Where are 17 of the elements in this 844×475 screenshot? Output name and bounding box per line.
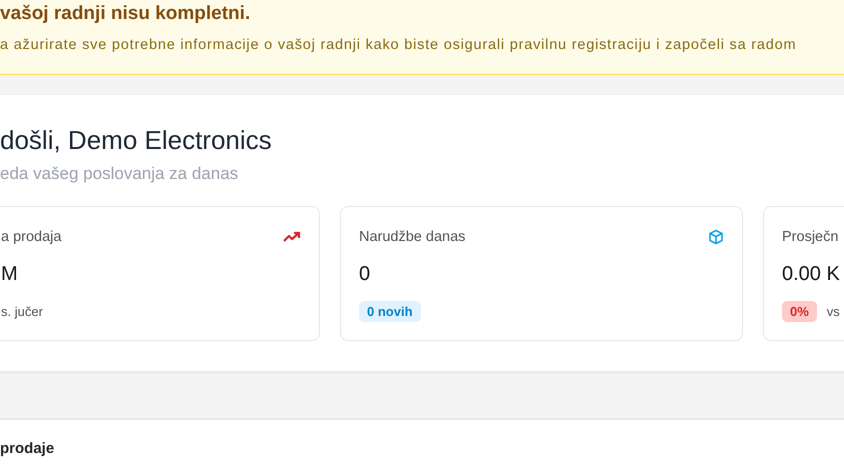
welcome-title: došli, Demo Electronics — [0, 125, 273, 156]
section-title: prodaje — [0, 440, 56, 457]
stat-note: vs — [826, 304, 840, 318]
stat-badge: 0 novih — [359, 300, 421, 322]
banner-title: vašoj radnji nisu kompletni. — [0, 3, 252, 25]
stat-value: 0 — [359, 263, 372, 286]
stat-badge: 0% — [782, 300, 817, 322]
stat-value: M — [1, 263, 19, 286]
stat-value: 0.00 K — [782, 263, 841, 286]
trending-up-icon — [283, 231, 301, 243]
stat-label: a prodaja — [1, 229, 62, 245]
stat-label: Narudžbe danas — [359, 229, 466, 245]
stat-label: Prosječn — [782, 229, 838, 245]
stat-note: s. jučer — [1, 304, 43, 318]
welcome-subtitle: eda vašeg poslovanja za danas — [0, 164, 240, 184]
banner-message: a ažurirate sve potrebne informacije o vašoj radnji kako biste osigurali pravilnu registraciju i započeli sa radom — [0, 37, 798, 53]
cube-icon — [708, 229, 724, 245]
